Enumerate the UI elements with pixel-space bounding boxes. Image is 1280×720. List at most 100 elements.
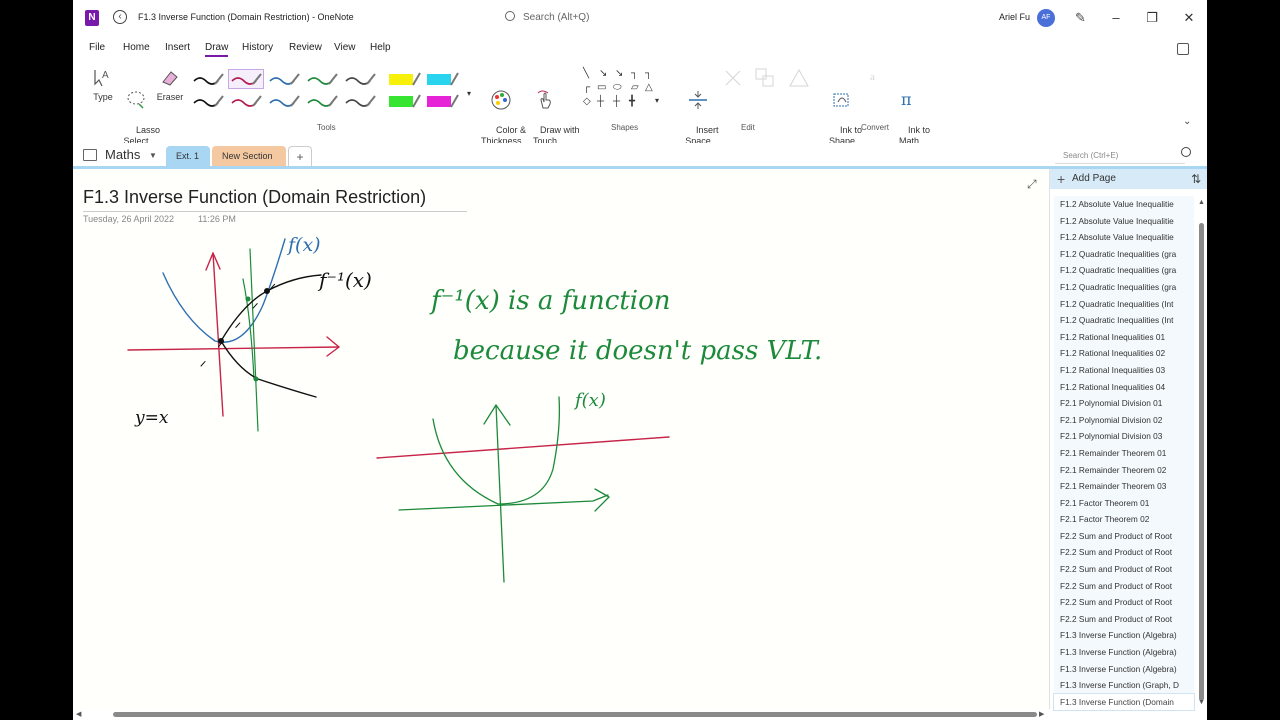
pen-swatch[interactable] <box>267 70 301 88</box>
pen-swatch[interactable] <box>228 69 264 89</box>
pen-swatch[interactable] <box>267 92 301 110</box>
avatar[interactable]: AF <box>1037 9 1055 27</box>
horizontal-scrollbar[interactable]: ◀ ▶ <box>73 709 1049 720</box>
minimize-button[interactable]: – <box>1105 8 1127 28</box>
ink-to-text-button[interactable]: a <box>863 66 887 92</box>
pen-swatch[interactable] <box>229 92 263 110</box>
tab-review[interactable]: Review <box>289 42 322 53</box>
scroll-up-icon[interactable]: ▲ <box>1198 199 1205 206</box>
page-list-item[interactable]: F2.1 Factor Theorem 02 <box>1054 511 1194 528</box>
page-list-item[interactable]: F1.2 Rational Inequalities 02 <box>1054 345 1194 362</box>
pages-scrollbar[interactable]: ▲ ▼ <box>1197 199 1205 706</box>
line-shape-icon[interactable]: ╲ <box>583 68 589 79</box>
add-section-button[interactable]: + <box>288 146 312 167</box>
page-list-item[interactable]: F2.2 Sum and Product of Root <box>1054 544 1194 562</box>
pen-swatch[interactable] <box>191 70 225 88</box>
section-tab-ext1[interactable]: Ext. 1 <box>166 146 210 167</box>
chevron-down-icon[interactable]: ▼ <box>149 151 157 160</box>
triangle-shape-icon[interactable]: △ <box>645 82 653 93</box>
page-list-item[interactable]: F1.2 Rational Inequalities 01 <box>1054 328 1194 346</box>
tab-view[interactable]: View <box>334 42 356 53</box>
pen-swatch[interactable] <box>305 70 339 88</box>
page-list-item[interactable]: F2.2 Sum and Product of Root <box>1054 594 1194 611</box>
search-box[interactable]: Search (Alt+Q) <box>505 8 725 28</box>
highlighter-swatch[interactable] <box>387 70 421 88</box>
tab-insert[interactable]: Insert <box>165 42 190 53</box>
section-tab-new-section-1[interactable]: New Section 1 <box>212 146 286 182</box>
axis-graph-shape-icon[interactable]: ╋ <box>629 96 635 107</box>
tab-history[interactable]: History <box>242 42 273 53</box>
page-list-item[interactable]: F1.2 Absolute Value Inequalitie <box>1054 196 1194 213</box>
pen-swatch[interactable] <box>343 70 377 88</box>
type-button[interactable]: A Type <box>91 66 115 103</box>
page-list-item[interactable]: F1.2 Quadratic Inequalities (Int <box>1054 295 1194 313</box>
restore-button[interactable]: ❐ <box>1141 8 1163 28</box>
tab-draw[interactable]: Draw <box>205 42 229 57</box>
pen-swatch[interactable] <box>343 92 377 110</box>
scroll-left-icon[interactable]: ◀ <box>76 710 81 718</box>
highlighter-swatch[interactable] <box>425 70 459 88</box>
highlighter-swatch[interactable] <box>425 92 459 110</box>
add-page-button[interactable]: + Add Page ⇅ <box>1050 169 1207 189</box>
highlighter-swatch[interactable] <box>387 92 421 110</box>
arrange-button[interactable] <box>751 66 779 92</box>
pen-mode-icon[interactable]: ✎ <box>1075 10 1086 26</box>
bracket-shape-icon[interactable]: ┌ <box>583 82 590 93</box>
page-search-input[interactable]: Search (Ctrl+E) <box>1055 148 1185 164</box>
parallelogram-shape-icon[interactable]: ▱ <box>631 82 639 93</box>
tab-home[interactable]: Home <box>123 42 150 53</box>
ellipse-shape-icon[interactable]: ⬭ <box>613 82 622 93</box>
shapes-more-icon[interactable]: ▾ <box>655 96 659 105</box>
page-list-item[interactable]: F2.1 Remainder Theorem 03 <box>1054 478 1194 495</box>
pen-gallery-more-icon[interactable]: ▾ <box>467 88 471 99</box>
close-button[interactable]: ✕ <box>1178 8 1200 28</box>
rectangle-shape-icon[interactable]: ▭ <box>597 82 606 93</box>
page-list-item[interactable]: F2.1 Polynomial Division 03 <box>1054 428 1194 445</box>
ribbon-collapse-icon[interactable]: ⌄ <box>1183 116 1191 127</box>
page-list-item[interactable]: F2.1 Remainder Theorem 02 <box>1054 461 1194 479</box>
tab-help[interactable]: Help <box>370 42 391 53</box>
page-list-item[interactable]: F2.1 Factor Theorem 01 <box>1054 494 1194 512</box>
sort-icon[interactable]: ⇅ <box>1191 169 1201 189</box>
page-list-item[interactable]: F1.2 Quadratic Inequalities (Int <box>1054 312 1194 329</box>
corner-shape-icon[interactable]: ┐ <box>631 68 638 79</box>
pen-swatch[interactable] <box>305 92 339 110</box>
diamond-shape-icon[interactable]: ◇ <box>583 96 591 107</box>
page-list-item[interactable]: F1.2 Quadratic Inequalities (gra <box>1054 245 1194 263</box>
delete-button[interactable] <box>721 66 745 92</box>
page-list-item[interactable]: F2.1 Polynomial Division 01 <box>1054 395 1194 412</box>
user-name[interactable]: Ariel Fu <box>999 12 1030 22</box>
double-arrow-shape-icon[interactable]: ↘ <box>615 68 623 79</box>
page-list-item[interactable]: F1.2 Absolute Value Inequalitie <box>1054 212 1194 230</box>
page-list-item[interactable]: F1.2 Rational Inequalities 03 <box>1054 361 1194 379</box>
notebooks-icon[interactable] <box>1177 43 1189 55</box>
page-list-item[interactable]: F2.2 Sum and Product of Root <box>1054 527 1194 545</box>
page-list-item[interactable]: F1.2 Absolute Value Inequalitie <box>1054 229 1194 246</box>
scroll-down-icon[interactable]: ▼ <box>1198 699 1205 706</box>
page-list-item[interactable]: F1.2 Rational Inequalities 04 <box>1054 378 1194 396</box>
tab-file[interactable]: File <box>89 42 105 53</box>
page-canvas[interactable]: F1.3 Inverse Function (Domain Restrictio… <box>73 169 1049 709</box>
page-list-item[interactable]: F2.2 Sum and Product of Root <box>1054 610 1194 628</box>
page-list-item[interactable]: F1.2 Quadratic Inequalities (gra <box>1054 262 1194 279</box>
page-list-item[interactable]: F2.2 Sum and Product of Root <box>1054 577 1194 595</box>
eraser-button[interactable]: Eraser <box>155 66 185 103</box>
page-list-item[interactable]: F2.1 Polynomial Division 02 <box>1054 411 1194 429</box>
page-list-item[interactable]: F1.3 Inverse Function (Algebra) <box>1054 660 1194 678</box>
page-list-item[interactable]: F1.2 Quadratic Inequalities (gra <box>1054 278 1194 296</box>
scroll-right-icon[interactable]: ▶ <box>1039 710 1044 718</box>
arrow-shape-icon[interactable]: ↘ <box>599 68 607 79</box>
pen-swatch[interactable] <box>191 92 225 110</box>
notebook-name[interactable]: Maths <box>105 147 140 162</box>
page-list-item[interactable]: F1.3 Inverse Function (Graph, D <box>1054 677 1194 694</box>
page-list-item[interactable]: F2.1 Remainder Theorem 01 <box>1054 444 1194 462</box>
search-icon[interactable] <box>1181 147 1191 157</box>
pages-scroll-thumb[interactable] <box>1199 223 1204 701</box>
back-arrow-icon[interactable]: ‹ <box>113 10 127 24</box>
horizontal-scroll-thumb[interactable] <box>113 712 1037 717</box>
corner2-shape-icon[interactable]: ┐ <box>645 68 652 79</box>
page-list-item[interactable]: F2.2 Sum and Product of Root <box>1054 561 1194 578</box>
axis3d-shape-icon[interactable]: ┼ <box>613 96 620 107</box>
rotate-button[interactable] <box>785 66 813 92</box>
page-list-item[interactable]: F1.3 Inverse Function (Domain <box>1053 692 1195 712</box>
